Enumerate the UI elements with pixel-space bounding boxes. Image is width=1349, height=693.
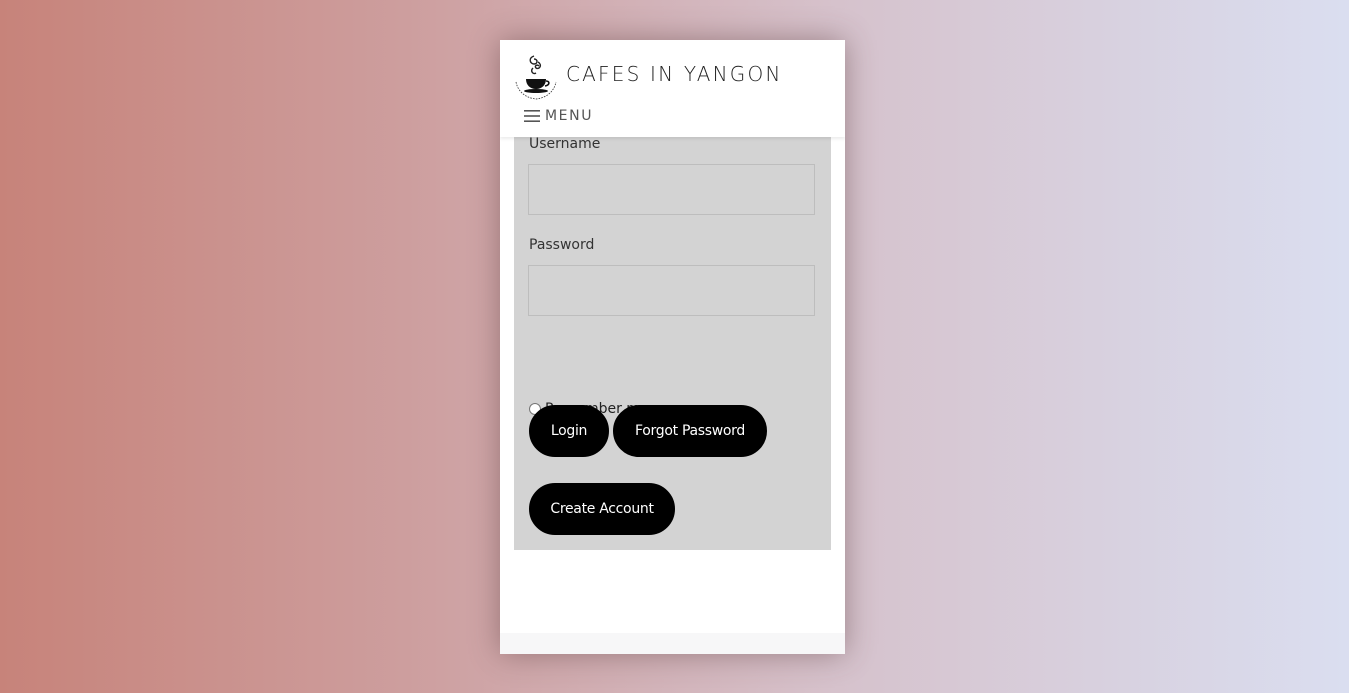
site-title[interactable]: CAFES IN YANGON [566, 62, 783, 86]
site-header: CAFES IN YANGON MENU [500, 40, 845, 137]
hamburger-icon [524, 110, 540, 122]
menu-toggle-button[interactable]: MENU [524, 108, 593, 124]
login-form-panel: Username Password Remember me Login Forg… [514, 130, 831, 550]
menu-label: MENU [545, 108, 594, 124]
create-account-button[interactable]: Create Account [529, 483, 675, 535]
coffee-cup-logo-icon[interactable] [512, 52, 560, 100]
username-label: Username [529, 136, 601, 152]
footer-strip [500, 633, 845, 654]
mobile-viewport: CAFES IN YANGON MENU Username Password R… [500, 40, 845, 654]
password-input[interactable] [528, 265, 815, 316]
username-input[interactable] [528, 164, 815, 215]
login-button[interactable]: Login [529, 405, 609, 457]
forgot-password-button[interactable]: Forgot Password [613, 405, 767, 457]
password-label: Password [529, 237, 595, 253]
